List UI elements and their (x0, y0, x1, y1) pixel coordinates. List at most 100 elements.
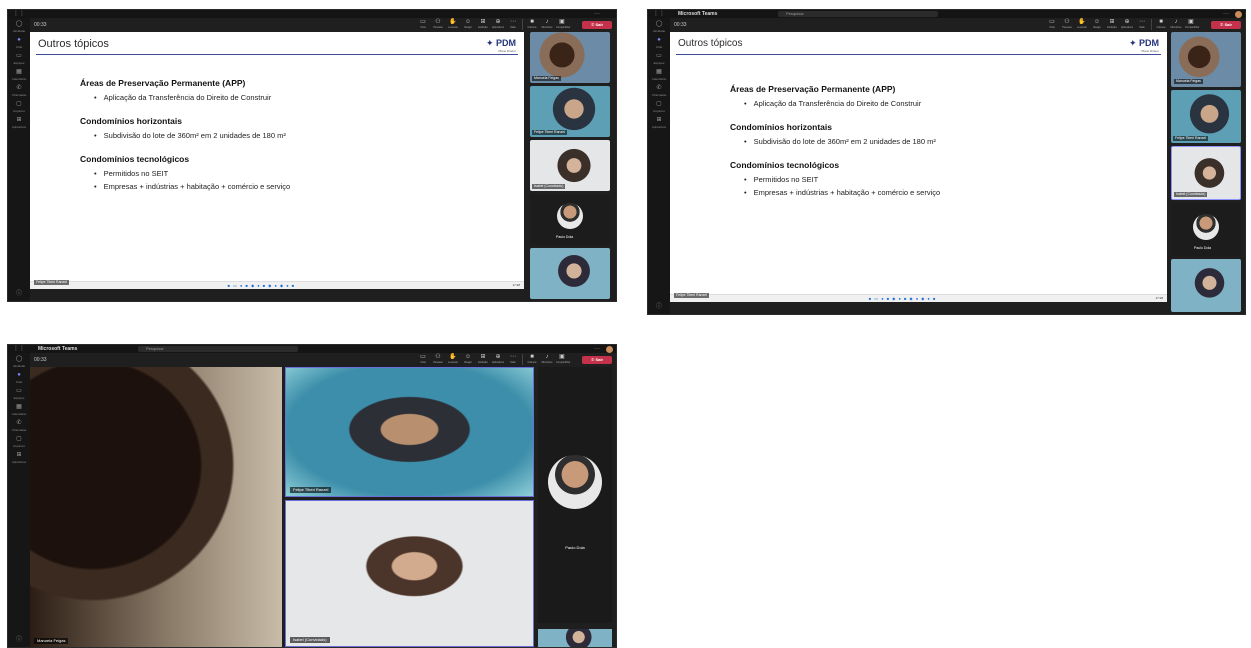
apps-button[interactable]: ⊕ Aplicativos (1121, 19, 1133, 30)
camera-button[interactable]: ■ Câmera (1155, 19, 1167, 30)
topic-bullet: Empresas + indústrias + habitação + comé… (94, 182, 504, 191)
topic-bullet: Aplicação da Transferência do Direito de… (744, 99, 1147, 108)
presenter-name: Felipe Tiberi Ranzel (34, 280, 69, 285)
react-button[interactable]: ☺ Reagir (462, 354, 474, 365)
grid-menu-icon[interactable]: ⋮⋮ (13, 10, 25, 18)
leave-button[interactable]: ✆ Sair (1211, 21, 1241, 29)
topic-tech: Condomínios tecnológicos Permitidos no S… (80, 154, 504, 191)
help-icon[interactable]: ⓘ (8, 634, 30, 643)
topic-tech: Condomínios tecnológicos Permitidos no S… (730, 160, 1147, 197)
search-input[interactable]: Pesquisar (778, 11, 938, 17)
rail-files[interactable]: ▢ Arquivos (648, 98, 670, 114)
rail-chat[interactable]: ● Chat (8, 369, 30, 385)
chat-button[interactable]: ▭ Chat (1046, 19, 1058, 30)
more-icon[interactable]: ··· (594, 10, 600, 18)
rail-calendar[interactable]: ▦ Calendário (8, 401, 30, 417)
rail-activity[interactable]: ◯ Atividade (648, 18, 670, 34)
rail-apps[interactable]: ⊞ Aplicativos (8, 114, 30, 130)
grid-menu-icon[interactable]: ⋮⋮ (653, 10, 665, 18)
shared-slide: Outros tópicos ✦ PDM Plano Diretor Áreas … (30, 32, 524, 289)
rail-calls[interactable]: ✆ Chamadas (8, 417, 30, 433)
avatar (557, 203, 583, 230)
mic-button[interactable]: ♪ Microfone (541, 354, 553, 365)
react-button[interactable]: ☺ Reagir (1091, 19, 1103, 30)
participant-video-isabel[interactable]: Isabel (Convidado) (285, 500, 534, 647)
avatar[interactable] (1235, 10, 1242, 18)
rail-calendar[interactable]: ▦ Calendário (648, 66, 670, 82)
view-button[interactable]: ⊞ Exibição (477, 354, 489, 365)
raise-hand-button[interactable]: ✋ Levantar (1076, 19, 1088, 30)
apps-button[interactable]: ⊕ Aplicativos (492, 19, 504, 30)
more-icon[interactable]: ··· (594, 345, 600, 353)
camera-button[interactable]: ■ Câmera (526, 19, 538, 30)
rail-activity[interactable]: ◯ Atividade (8, 353, 30, 369)
grid-menu-icon[interactable]: ⋮⋮ (13, 345, 25, 353)
taskbar-apps-icon[interactable]: ■ ▭ ● ■ ◆ ● ■ ◆ ● ◆ ● ■ (228, 283, 296, 288)
share-button[interactable]: ▣ Compartilhar (556, 19, 570, 30)
taskbar-apps-icon[interactable]: ■ ▭ ● ■ ◆ ● ■ ◆ ● ◆ ● ■ (869, 296, 937, 301)
leave-button[interactable]: ✆ Sair (582, 21, 612, 29)
title-bar: ⋮⋮ ··· (8, 10, 616, 18)
participant-tile[interactable]: Felipe Tiberi Ranzel (530, 86, 610, 137)
participant-video-felipe[interactable]: Felipe Tiberi Ranzel (285, 367, 534, 497)
react-button[interactable]: ☺ Reagir (462, 19, 474, 30)
participant-tile[interactable]: Isabel (Convidado) (1171, 145, 1241, 201)
apps-button[interactable]: ⊕ Aplicativos (492, 354, 504, 365)
rail-teams[interactable]: ▭ Equipes (8, 50, 30, 66)
participant-tile[interactable]: Paulo Dola (1171, 203, 1241, 257)
rail-files[interactable]: ▢ Arquivos (8, 98, 30, 114)
participant-tile[interactable]: Isabel (Convidado) (530, 140, 610, 191)
raise-hand-button[interactable]: ✋ Levantar (447, 19, 459, 30)
leave-button[interactable]: ✆ Sair (582, 356, 612, 364)
topic-bullet: Permitidos no SEIT (94, 169, 504, 178)
topic-horizontal: Condomínios horizontais Subdivisão do lo… (730, 122, 1147, 146)
participant-tile[interactable] (530, 248, 610, 299)
more-button[interactable]: ⋯ Mais (507, 354, 519, 365)
rail-activity[interactable]: ◯ Atividade (8, 18, 30, 34)
rail-chat[interactable]: ● Chat (648, 34, 670, 50)
help-icon[interactable]: ⓘ (8, 288, 30, 297)
rail-calls[interactable]: ✆ Chamadas (8, 82, 30, 98)
people-button[interactable]: ⚇ Pessoas (432, 19, 444, 30)
rail-teams[interactable]: ▭ Equipes (8, 385, 30, 401)
slide-title-rule (676, 54, 1161, 55)
more-button[interactable]: ⋯ Mais (1136, 19, 1148, 30)
mic-button[interactable]: ♪ Microfone (541, 19, 553, 30)
pdm-logo: ✦ PDM Plano Diretor (1128, 38, 1159, 53)
chat-button[interactable]: ▭ Chat (417, 354, 429, 365)
call-timer: 00:33 (34, 357, 47, 363)
rail-calendar[interactable]: ▦ Calendário (8, 66, 30, 82)
more-icon[interactable]: ··· (1223, 10, 1229, 18)
rail-chat[interactable]: ● Chat (8, 34, 30, 50)
call-timer: 00:33 (34, 22, 47, 28)
participant-strip: Manuela Feigas Felipe Tiberi Ranzel Isab… (530, 32, 610, 299)
rail-apps[interactable]: ⊞ Aplicativos (8, 449, 30, 465)
participant-tile[interactable] (1171, 259, 1241, 312)
raise-hand-button[interactable]: ✋ Levantar (447, 354, 459, 365)
help-icon[interactable]: ⓘ (648, 301, 670, 310)
share-button[interactable]: ▣ Compartilhar (556, 354, 570, 365)
share-button[interactable]: ▣ Compartilhar (1185, 19, 1199, 30)
taskbar-clock: 17:28 (1155, 296, 1163, 300)
participant-tile[interactable]: Manuela Feigas (530, 32, 610, 83)
participant-video-paulo[interactable]: Paulo Dola (538, 367, 612, 623)
mic-button[interactable]: ♪ Microfone (1170, 19, 1182, 30)
view-button[interactable]: ⊞ Exibição (477, 19, 489, 30)
rail-apps[interactable]: ⊞ Aplicativos (648, 114, 670, 130)
camera-button[interactable]: ■ Câmera (526, 354, 538, 365)
rail-calls[interactable]: ✆ Chamadas (648, 82, 670, 98)
search-input[interactable]: Pesquisar (138, 346, 298, 352)
rail-teams[interactable]: ▭ Equipes (648, 50, 670, 66)
participant-tile[interactable]: Manuela Feigas (1171, 32, 1241, 87)
people-button[interactable]: ⚇ Pessoas (1061, 19, 1073, 30)
participant-tile[interactable]: Paulo Dola (530, 194, 610, 245)
participant-video-extra[interactable] (538, 629, 612, 647)
more-button[interactable]: ⋯ Mais (507, 19, 519, 30)
people-button[interactable]: ⚇ Pessoas (432, 354, 444, 365)
avatar[interactable] (606, 345, 613, 353)
view-button[interactable]: ⊞ Exibição (1106, 19, 1118, 30)
chat-button[interactable]: ▭ Chat (417, 19, 429, 30)
participant-video-manuela[interactable]: Manuela Feigas (30, 367, 282, 647)
participant-tile[interactable]: Felipe Tiberi Ranzel (1171, 89, 1241, 143)
rail-files[interactable]: ▢ Arquivos (8, 433, 30, 449)
